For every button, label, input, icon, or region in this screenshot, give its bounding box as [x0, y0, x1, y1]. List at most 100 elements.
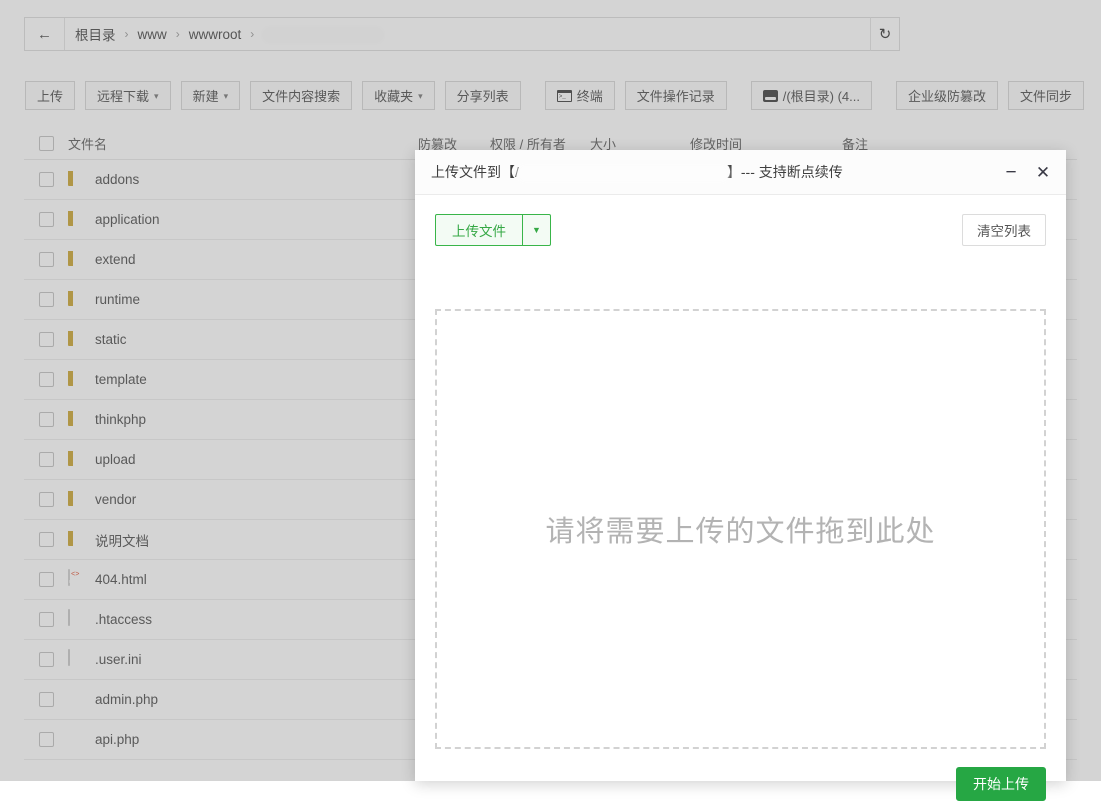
file-name-label: static	[95, 332, 127, 347]
row-checkbox[interactable]	[24, 692, 68, 707]
file-name-label: 404.html	[95, 572, 147, 587]
file-name-cell[interactable]: thinkphp	[68, 410, 418, 429]
refresh-icon: ↻	[879, 25, 892, 43]
terminal-icon	[557, 90, 572, 102]
dialog-title-redacted-path	[520, 167, 726, 180]
breadcrumb-item-root[interactable]: 根目录	[75, 24, 116, 44]
file-operation-log-button[interactable]: 文件操作记录	[625, 81, 727, 110]
back-button[interactable]: ←	[25, 18, 65, 50]
row-checkbox[interactable]	[24, 532, 68, 547]
file-name-label: 说明文档	[95, 530, 149, 550]
file-name-cell[interactable]: vendor	[68, 490, 418, 509]
file-name-cell[interactable]: runtime	[68, 290, 418, 309]
row-checkbox[interactable]	[24, 732, 68, 747]
select-all-checkbox[interactable]	[24, 136, 68, 151]
file-name-label: api.php	[95, 732, 139, 747]
choose-files-button[interactable]: 上传文件	[435, 214, 523, 246]
toolbar-label: 收藏夹	[374, 86, 413, 105]
row-checkbox[interactable]	[24, 172, 68, 187]
breadcrumb: ← 根目录 › www › wwwroot ›	[24, 17, 900, 51]
dialog-window-controls: − ✕	[1002, 163, 1052, 182]
row-checkbox[interactable]	[24, 252, 68, 267]
row-checkbox[interactable]	[24, 412, 68, 427]
chevron-right-icon: ›	[176, 27, 180, 41]
chevron-down-icon: ▼	[532, 225, 541, 235]
checkbox-icon	[39, 612, 54, 627]
start-upload-button[interactable]: 开始上传	[956, 767, 1046, 801]
refresh-button[interactable]: ↻	[870, 17, 900, 51]
row-checkbox[interactable]	[24, 212, 68, 227]
checkbox-icon	[39, 532, 54, 547]
toolbar-label: 终端	[577, 86, 603, 105]
file-name-cell[interactable]: 说明文档	[68, 530, 418, 550]
toolbar-label: 文件操作记录	[637, 86, 715, 105]
file-name-cell[interactable]: .user.ini	[68, 650, 418, 669]
text-file-icon	[68, 609, 70, 626]
row-checkbox[interactable]	[24, 572, 68, 587]
file-name-label: runtime	[95, 292, 140, 307]
row-checkbox[interactable]	[24, 452, 68, 467]
file-name-cell[interactable]: template	[68, 370, 418, 389]
upload-dialog: 上传文件到【/ 】--- 支持断点续传 − ✕ 上传文件 ▼ 清空列表 请将需要…	[415, 150, 1066, 781]
choose-files-dropdown-button[interactable]: ▼	[523, 214, 551, 246]
checkbox-icon	[39, 136, 54, 151]
checkbox-icon	[39, 732, 54, 747]
row-checkbox[interactable]	[24, 612, 68, 627]
file-name-cell[interactable]: 404.html	[68, 570, 418, 589]
clear-list-button[interactable]: 清空列表	[962, 214, 1046, 246]
toolbar: 上传 远程下载 ▾ 新建 ▾ 文件内容搜索 收藏夹 ▾ 分享列表 终端 文件操作…	[25, 81, 1084, 110]
toolbar-label: 远程下载	[97, 86, 149, 105]
disk-icon	[763, 90, 778, 102]
file-name-label: extend	[95, 252, 136, 267]
breadcrumb-path: 根目录 › www › wwwroot ›	[65, 18, 899, 50]
remote-download-button[interactable]: 远程下载 ▾	[85, 81, 171, 110]
file-name-label: admin.php	[95, 692, 158, 707]
terminal-button[interactable]: 终端	[545, 81, 615, 110]
upload-button[interactable]: 上传	[25, 81, 75, 110]
disk-usage-button[interactable]: /(根目录) (4...	[751, 81, 872, 110]
chevron-right-icon: ›	[250, 27, 254, 41]
checkbox-icon	[39, 652, 54, 667]
file-name-cell[interactable]: addons	[68, 170, 418, 189]
checkbox-icon	[39, 372, 54, 387]
row-checkbox[interactable]	[24, 652, 68, 667]
arrow-left-icon: ←	[37, 26, 52, 43]
minimize-icon[interactable]: −	[1002, 163, 1020, 182]
share-list-button[interactable]: 分享列表	[445, 81, 521, 110]
breadcrumb-item-redacted[interactable]	[263, 28, 383, 42]
close-icon[interactable]: ✕	[1034, 164, 1052, 181]
row-checkbox[interactable]	[24, 492, 68, 507]
file-name-cell[interactable]: extend	[68, 250, 418, 269]
tamper-protection-button[interactable]: 企业级防篡改	[896, 81, 998, 110]
file-name-cell[interactable]: admin.php	[68, 690, 418, 709]
column-header-name[interactable]: 文件名	[68, 134, 418, 153]
choose-files-split-button: 上传文件 ▼	[435, 214, 551, 246]
content-search-button[interactable]: 文件内容搜索	[250, 81, 352, 110]
file-name-cell[interactable]: static	[68, 330, 418, 349]
chevron-right-icon: ›	[125, 27, 129, 41]
new-button[interactable]: 新建 ▾	[181, 81, 241, 110]
breadcrumb-item-wwwroot[interactable]: wwwroot	[189, 27, 242, 42]
favorites-button[interactable]: 收藏夹 ▾	[362, 81, 435, 110]
row-checkbox[interactable]	[24, 332, 68, 347]
toolbar-label: 文件同步	[1020, 86, 1072, 105]
chevron-down-icon: ▾	[418, 91, 423, 102]
file-name-cell[interactable]: upload	[68, 450, 418, 469]
checkbox-icon	[39, 452, 54, 467]
checkbox-icon	[39, 292, 54, 307]
toolbar-label: 文件内容搜索	[262, 86, 340, 105]
breadcrumb-item-www[interactable]: www	[138, 27, 167, 42]
file-dropzone[interactable]: 请将需要上传的文件拖到此处	[435, 309, 1046, 749]
file-name-cell[interactable]: .htaccess	[68, 610, 418, 629]
toolbar-label: 上传	[37, 86, 63, 105]
file-name-cell[interactable]: application	[68, 210, 418, 229]
checkbox-icon	[39, 252, 54, 267]
file-sync-button[interactable]: 文件同步	[1008, 81, 1084, 110]
text-file-icon	[68, 649, 70, 666]
chevron-down-icon: ▾	[224, 91, 229, 102]
file-name-label: template	[95, 372, 147, 387]
row-checkbox[interactable]	[24, 372, 68, 387]
row-checkbox[interactable]	[24, 292, 68, 307]
file-name-cell[interactable]: api.php	[68, 730, 418, 749]
dropzone-hint: 请将需要上传的文件拖到此处	[545, 508, 935, 550]
